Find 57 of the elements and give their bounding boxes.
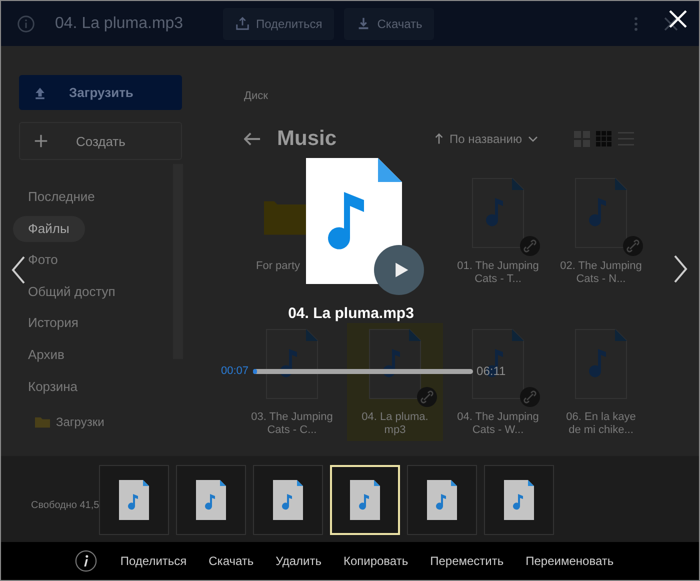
- audio-file-icon: [575, 329, 627, 399]
- nav-item[interactable]: Фото: [13, 247, 74, 274]
- share-button[interactable]: Поделиться: [223, 8, 334, 40]
- breadcrumb-link[interactable]: Диск: [244, 90, 268, 102]
- upload-button[interactable]: Загрузить: [19, 75, 182, 110]
- audio-file-icon: [306, 158, 402, 284]
- thumbnail[interactable]: [99, 465, 169, 535]
- sort-arrow-icon: [435, 133, 444, 145]
- audio-file-icon: [472, 329, 524, 399]
- folder-icon: [35, 416, 50, 428]
- file-name[interactable]: 03. The Jumping Cats - C...: [250, 411, 334, 437]
- share-icon: [235, 16, 250, 31]
- action-link[interactable]: Копировать: [343, 554, 408, 568]
- sort-dropdown[interactable]: По названию: [449, 132, 522, 146]
- elapsed-time: 00:07: [221, 365, 249, 377]
- thumbnail[interactable]: [407, 465, 477, 535]
- nav-item[interactable]: История: [13, 310, 94, 336]
- thumbnail[interactable]: [176, 465, 246, 535]
- chevron-down-icon[interactable]: [528, 136, 538, 142]
- file-name[interactable]: 01. The Jumping Cats - T...: [456, 260, 540, 286]
- progress-track[interactable]: [252, 368, 473, 374]
- selection-highlight[interactable]: 04. La pluma. mp3: [347, 323, 443, 441]
- nav-item[interactable]: Архив: [13, 342, 80, 368]
- play-button[interactable]: [374, 245, 424, 295]
- audio-file-icon: [369, 329, 421, 399]
- file-name[interactable]: For party: [256, 260, 300, 273]
- thumbnail[interactable]: [484, 465, 554, 535]
- folder-item[interactable]: Загрузки: [56, 415, 104, 430]
- folder-title: Music: [277, 127, 337, 151]
- file-name[interactable]: 04. The Jumping Cats - W...: [456, 411, 540, 437]
- nav-item[interactable]: Общий доступ: [13, 278, 132, 305]
- close-icon[interactable]: [663, 16, 679, 32]
- action-link[interactable]: Переименовать: [526, 554, 614, 568]
- upload-icon: [33, 86, 47, 100]
- duration-time: 06:11: [476, 364, 506, 378]
- audio-file-icon: [575, 178, 627, 248]
- thumbnail[interactable]: [253, 465, 323, 535]
- track-title: 04. La pluma.mp3: [287, 305, 415, 322]
- download-button[interactable]: Скачать: [344, 8, 434, 40]
- file-name[interactable]: 02. The Jumping Cats - N...: [559, 260, 643, 286]
- storage-text: Свободно 41,5: [31, 500, 99, 511]
- audio-file-icon: [472, 178, 524, 248]
- action-link[interactable]: Поделиться: [120, 554, 187, 568]
- file-name[interactable]: 04. La pluma. mp3: [353, 411, 437, 437]
- action-link[interactable]: Переместить: [430, 554, 504, 568]
- nav-item[interactable]: Корзина: [13, 374, 94, 400]
- audio-file-icon: [266, 329, 318, 399]
- action-link[interactable]: Удалить: [276, 554, 322, 568]
- action-link[interactable]: Скачать: [208, 554, 254, 568]
- info-icon[interactable]: [75, 550, 98, 572]
- file-title: 04. La pluma.mp3: [55, 14, 184, 32]
- nav-item[interactable]: Последние: [13, 184, 111, 210]
- file-name[interactable]: 06. En la kaye de mi chike...: [559, 411, 643, 437]
- plus-icon: [34, 134, 48, 148]
- back-arrow-icon[interactable]: [244, 132, 261, 146]
- create-button[interactable]: Создать: [19, 122, 182, 160]
- nav-item[interactable]: Файлы: [13, 216, 86, 242]
